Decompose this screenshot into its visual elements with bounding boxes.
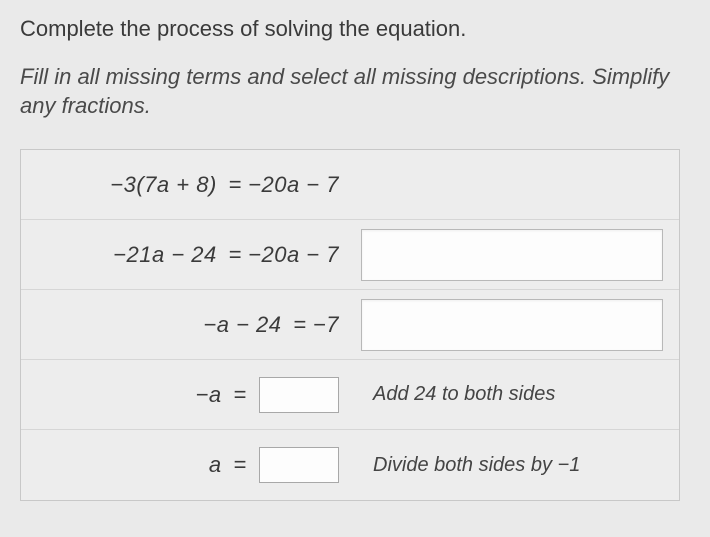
equation-lhs: −21a − 24 [113,242,223,268]
equation-worksheet: −3(7a + 8) = −20a − 7 −21a − 24 = −20a −… [20,149,680,501]
equation-lhs: −3(7a + 8) [110,172,223,198]
question-instructions: Fill in all missing terms and select all… [20,62,690,121]
equals-sign: = [288,312,313,338]
equation-cell: −3(7a + 8) = −20a − 7 [21,172,351,198]
equation-cell: a = [21,447,351,483]
equation-cell: −21a − 24 = −20a − 7 [21,242,351,268]
equation-row: −21a − 24 = −20a − 7 [21,220,679,290]
equation-cell: −a = [21,377,351,413]
equation-lhs: −a [196,382,228,408]
equals-sign: = [228,452,253,478]
equals-sign: = [223,172,248,198]
rhs-text: −7 [313,312,339,338]
equation-rhs: −20a − 7 [248,172,339,198]
equation-row: −a = Add 24 to both sides [21,360,679,430]
equation-row: −a − 24 = −7 [21,290,679,360]
equals-sign: = [223,242,248,268]
answer-input[interactable] [259,447,339,483]
equation-cell: −a − 24 = −7 [21,312,351,338]
description-select[interactable] [361,299,663,351]
equation-row: −3(7a + 8) = −20a − 7 [21,150,679,220]
rhs-text: −20a − 7 [248,242,339,268]
equation-lhs: a [209,452,228,478]
rhs-text: −20a − 7 [248,172,339,198]
equation-rhs: −20a − 7 [248,242,339,268]
answer-input[interactable] [259,377,339,413]
description-label: Add 24 to both sides [361,369,663,421]
question-prompt: Complete the process of solving the equa… [20,14,690,44]
description-select[interactable] [361,229,663,281]
equation-lhs: −a − 24 [203,312,287,338]
description-label: Divide both sides by −1 [361,439,663,491]
equals-sign: = [228,382,253,408]
equation-rhs [253,447,339,483]
equation-rhs [253,377,339,413]
equation-rhs: −7 [313,312,339,338]
equation-row: a = Divide both sides by −1 [21,430,679,500]
